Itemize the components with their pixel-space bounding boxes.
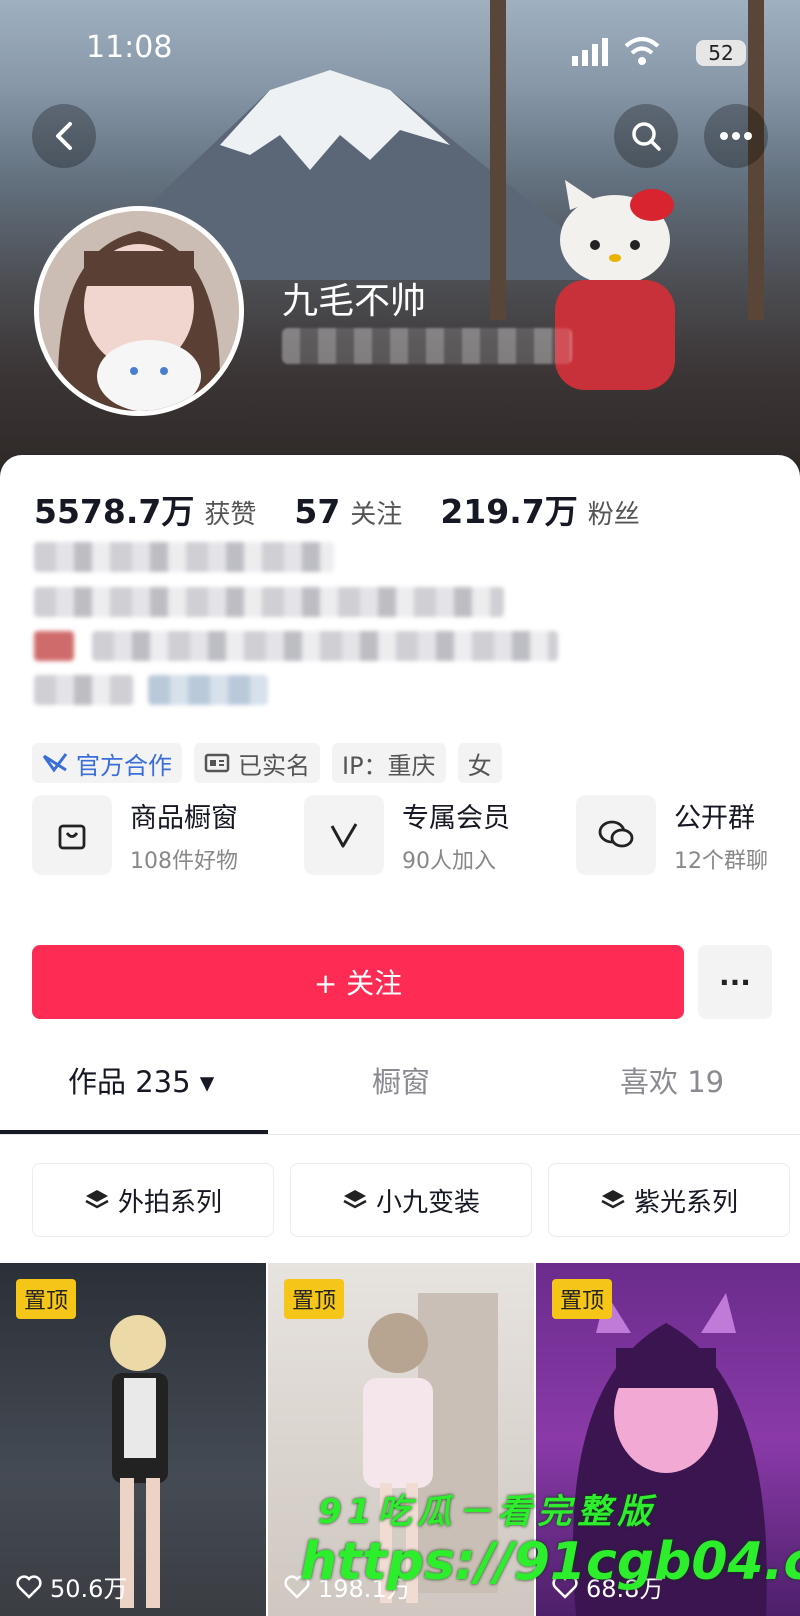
blurred-bio-link[interactable] xyxy=(148,675,268,705)
pinned-badge: 置顶 xyxy=(16,1279,77,1319)
chevron-left-icon xyxy=(56,122,72,150)
tag-ip-location: IP：重庆 xyxy=(332,743,446,783)
tag-label: 官方合作 xyxy=(76,751,172,780)
series-label: 紫光系列 xyxy=(633,1187,738,1218)
tag-real-name[interactable]: 已实名 xyxy=(194,743,320,783)
pinned-badge: 置顶 xyxy=(552,1279,613,1319)
layers-icon xyxy=(601,1190,625,1209)
blurred-bio-line xyxy=(92,631,558,661)
profile-card: 5578.7万 获赞 57 关注 219.7万 粉丝 官方合作 已实名 IP：重… xyxy=(0,455,800,1616)
follow-button[interactable]: + 关注 xyxy=(32,945,684,1019)
tag-official[interactable]: 官方合作 xyxy=(32,743,182,783)
blurred-bio-line xyxy=(34,542,334,572)
feature-shop-window[interactable]: 商品橱窗 108件好物 xyxy=(32,795,238,875)
id-card-icon xyxy=(204,753,230,773)
followers-label[interactable]: 粉丝 xyxy=(588,494,640,531)
series-costume[interactable]: 小九变装 xyxy=(290,1163,532,1237)
avatar[interactable] xyxy=(34,206,244,416)
feature-text: 商品橱窗 108件好物 xyxy=(130,796,238,875)
cover-image: 11:08 52 九毛不帅 xyxy=(0,0,800,480)
heart-icon xyxy=(16,1574,42,1599)
search-icon xyxy=(632,122,661,151)
shopping-bag-icon xyxy=(58,824,86,850)
more-icon: ··· xyxy=(719,965,751,999)
likes-count: 5578.7万 xyxy=(34,492,195,531)
layers-icon xyxy=(85,1190,109,1209)
feature-row: 商品橱窗 108件好物 专属会员 90人加入 公开群 12个群聊 xyxy=(32,795,772,885)
wifi-icon xyxy=(624,37,660,65)
blurred-bio-emoji xyxy=(34,631,74,661)
series-label: 小九变装 xyxy=(375,1187,480,1218)
status-time: 11:08 xyxy=(86,30,173,65)
search-button[interactable] xyxy=(614,104,678,168)
feature-title: 专属会员 xyxy=(402,802,510,834)
following-count[interactable]: 57 xyxy=(294,492,340,531)
likes-label: 获赞 xyxy=(204,500,257,530)
vip-icon-box xyxy=(304,795,384,875)
tag-gender: 女 xyxy=(457,743,502,783)
tab-works[interactable]: 作品 235 ▾ xyxy=(68,1045,214,1115)
group-chat-icon-box xyxy=(576,795,656,875)
group-chat-icon xyxy=(598,820,634,848)
watermark-url: https://91cgb04.com xyxy=(300,1532,800,1592)
feature-subtitle: 108件好物 xyxy=(130,848,238,874)
verified-icon xyxy=(42,753,68,773)
watermark-line-1: 91吃瓜－看完整版 xyxy=(318,1492,658,1532)
following-label[interactable]: 关注 xyxy=(350,494,402,531)
tag-label: 已实名 xyxy=(238,751,310,780)
avatar-photo xyxy=(39,211,239,411)
tab-likes[interactable]: 喜欢 19 xyxy=(620,1045,724,1115)
feature-text: 专属会员 90人加入 xyxy=(402,796,510,875)
back-button[interactable] xyxy=(32,104,96,168)
tab-shop-window[interactable]: 橱窗 xyxy=(372,1045,430,1115)
feature-subtitle: 90人加入 xyxy=(402,848,496,874)
tabs-divider xyxy=(0,1134,800,1135)
feature-subtitle: 12个群聊 xyxy=(674,848,768,874)
content-tabs: 作品 235 ▾ 橱窗 喜欢 19 xyxy=(0,1045,800,1115)
pinned-badge: 置顶 xyxy=(284,1279,345,1319)
tag-label: 女 xyxy=(467,751,492,780)
followers-count[interactable]: 219.7万 xyxy=(440,485,577,533)
feature-title: 公开群 xyxy=(674,802,755,834)
more-options-button[interactable] xyxy=(704,104,768,168)
feature-title: 商品橱窗 xyxy=(130,802,238,834)
feature-group-chat[interactable]: 公开群 12个群聊 xyxy=(576,795,768,875)
shopping-bag-icon-box xyxy=(32,795,112,875)
vip-v-icon xyxy=(330,823,358,848)
series-purple-light[interactable]: 紫光系列 xyxy=(548,1163,790,1237)
status-bar: 11:08 52 xyxy=(0,0,800,100)
video-likes: 50.6万 xyxy=(16,1569,127,1604)
blurred-bio-line xyxy=(34,675,134,705)
series-label: 外拍系列 xyxy=(117,1187,222,1218)
feature-text: 公开群 12个群聊 xyxy=(674,796,768,875)
series-outdoor[interactable]: 外拍系列 xyxy=(32,1163,274,1237)
tag-label: IP：重庆 xyxy=(342,751,436,780)
profile-stats: 5578.7万 获赞 57 关注 219.7万 粉丝 xyxy=(34,485,678,533)
video-thumbnail[interactable]: 置顶 50.6万 xyxy=(0,1263,266,1616)
profile-page: 11:08 52 九毛不帅 5578.7万 获赞 57 关注 219.7万 粉丝… xyxy=(0,0,800,1616)
profile-tags: 官方合作 已实名 IP：重庆 女 xyxy=(32,743,502,783)
signal-icon xyxy=(572,38,608,66)
battery-indicator: 52 xyxy=(696,40,746,66)
profile-username: 九毛不帅 xyxy=(282,281,427,322)
layers-icon xyxy=(343,1190,367,1209)
feature-membership[interactable]: 专属会员 90人加入 xyxy=(304,795,510,875)
blurred-bio-line xyxy=(34,587,504,617)
blurred-account-id xyxy=(282,328,572,364)
more-actions-button[interactable]: ··· xyxy=(698,945,772,1019)
more-icon xyxy=(720,132,752,140)
video-likes-count: 50.6万 xyxy=(50,1575,128,1603)
